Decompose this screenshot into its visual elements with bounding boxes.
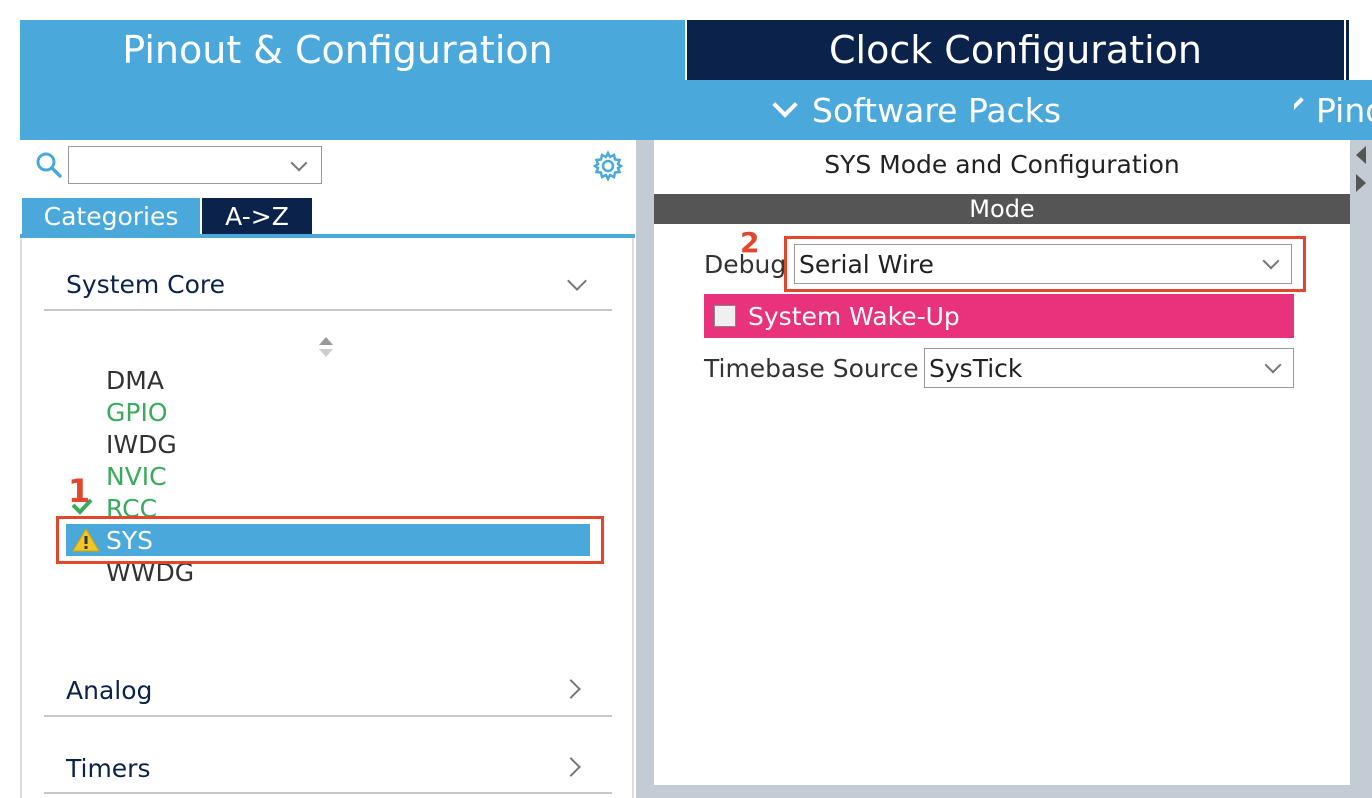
chevron-down-icon (772, 92, 798, 118)
list-item-dma[interactable]: DMA (106, 366, 164, 395)
chevron-right-icon (561, 757, 581, 777)
tab-pinout-configuration[interactable]: Pinout & Configuration (20, 20, 685, 80)
tab-clock-label: Clock Configuration (828, 28, 1203, 72)
annotation-number-2: 2 (740, 226, 760, 259)
gear-icon[interactable] (592, 150, 624, 182)
divider (44, 715, 612, 717)
splitter[interactable] (636, 140, 654, 798)
annotation-box-1 (56, 516, 604, 564)
tab-pinout-label: Pinout & Configuration (122, 28, 553, 72)
tab-categories[interactable]: Categories (22, 198, 200, 234)
system-wakeup-row[interactable]: System Wake-Up (704, 294, 1294, 338)
timebase-label: Timebase Source (704, 354, 919, 383)
menu-bar (20, 80, 1372, 140)
software-packs-label: Software Packs (812, 90, 1062, 130)
chevron-down-icon[interactable] (290, 154, 308, 172)
right-scroll-strip[interactable] (1350, 140, 1372, 798)
section-label: Timers (66, 754, 151, 783)
search-input[interactable] (68, 146, 322, 184)
system-wakeup-label: System Wake-Up (748, 301, 960, 331)
list-item-gpio[interactable]: GPIO (106, 398, 168, 427)
mode-header-label: Mode (969, 195, 1035, 223)
mode-header: Mode (654, 194, 1350, 224)
sort-icon[interactable] (318, 336, 334, 358)
list-item-iwdg[interactable]: IWDG (106, 430, 177, 459)
section-analog[interactable]: Analog (44, 672, 612, 716)
section-label: System Core (66, 270, 226, 299)
collapse-arrows-icon[interactable] (1352, 142, 1370, 198)
tab-a-z-label: A->Z (225, 201, 289, 231)
tab-a-z[interactable]: A->Z (202, 198, 312, 234)
software-packs-menu[interactable]: Software Packs (772, 80, 1062, 140)
search-field[interactable] (73, 151, 287, 179)
section-timers[interactable]: Timers (44, 750, 612, 794)
tab-categories-label: Categories (43, 201, 179, 231)
timebase-select[interactable]: SysTick (924, 348, 1294, 388)
annotation-box-2 (784, 236, 1306, 292)
timebase-value: SysTick (929, 353, 1023, 383)
chevron-right-icon (561, 679, 581, 699)
section-label: Analog (66, 676, 153, 705)
divider (44, 792, 612, 794)
chevron-down-icon (567, 271, 587, 291)
chevron-down-icon[interactable] (1264, 356, 1282, 374)
config-title: SYS Mode and Configuration (824, 150, 1180, 179)
divider (44, 309, 612, 311)
tab-overflow (1349, 20, 1372, 80)
section-system-core[interactable]: System Core (44, 266, 612, 310)
pinout-menu-label: Pinout (1316, 90, 1372, 130)
panel-bottom-border (636, 785, 1372, 798)
tab-clock-configuration[interactable]: Clock Configuration (687, 20, 1344, 80)
list-item-nvic[interactable]: NVIC (106, 462, 167, 491)
search-icon[interactable] (36, 152, 62, 178)
system-wakeup-checkbox[interactable] (714, 305, 736, 327)
pinout-menu[interactable]: Pinout (1294, 80, 1372, 140)
chevron-down-icon (1294, 97, 1304, 113)
annotation-number-1: 1 (68, 472, 91, 510)
